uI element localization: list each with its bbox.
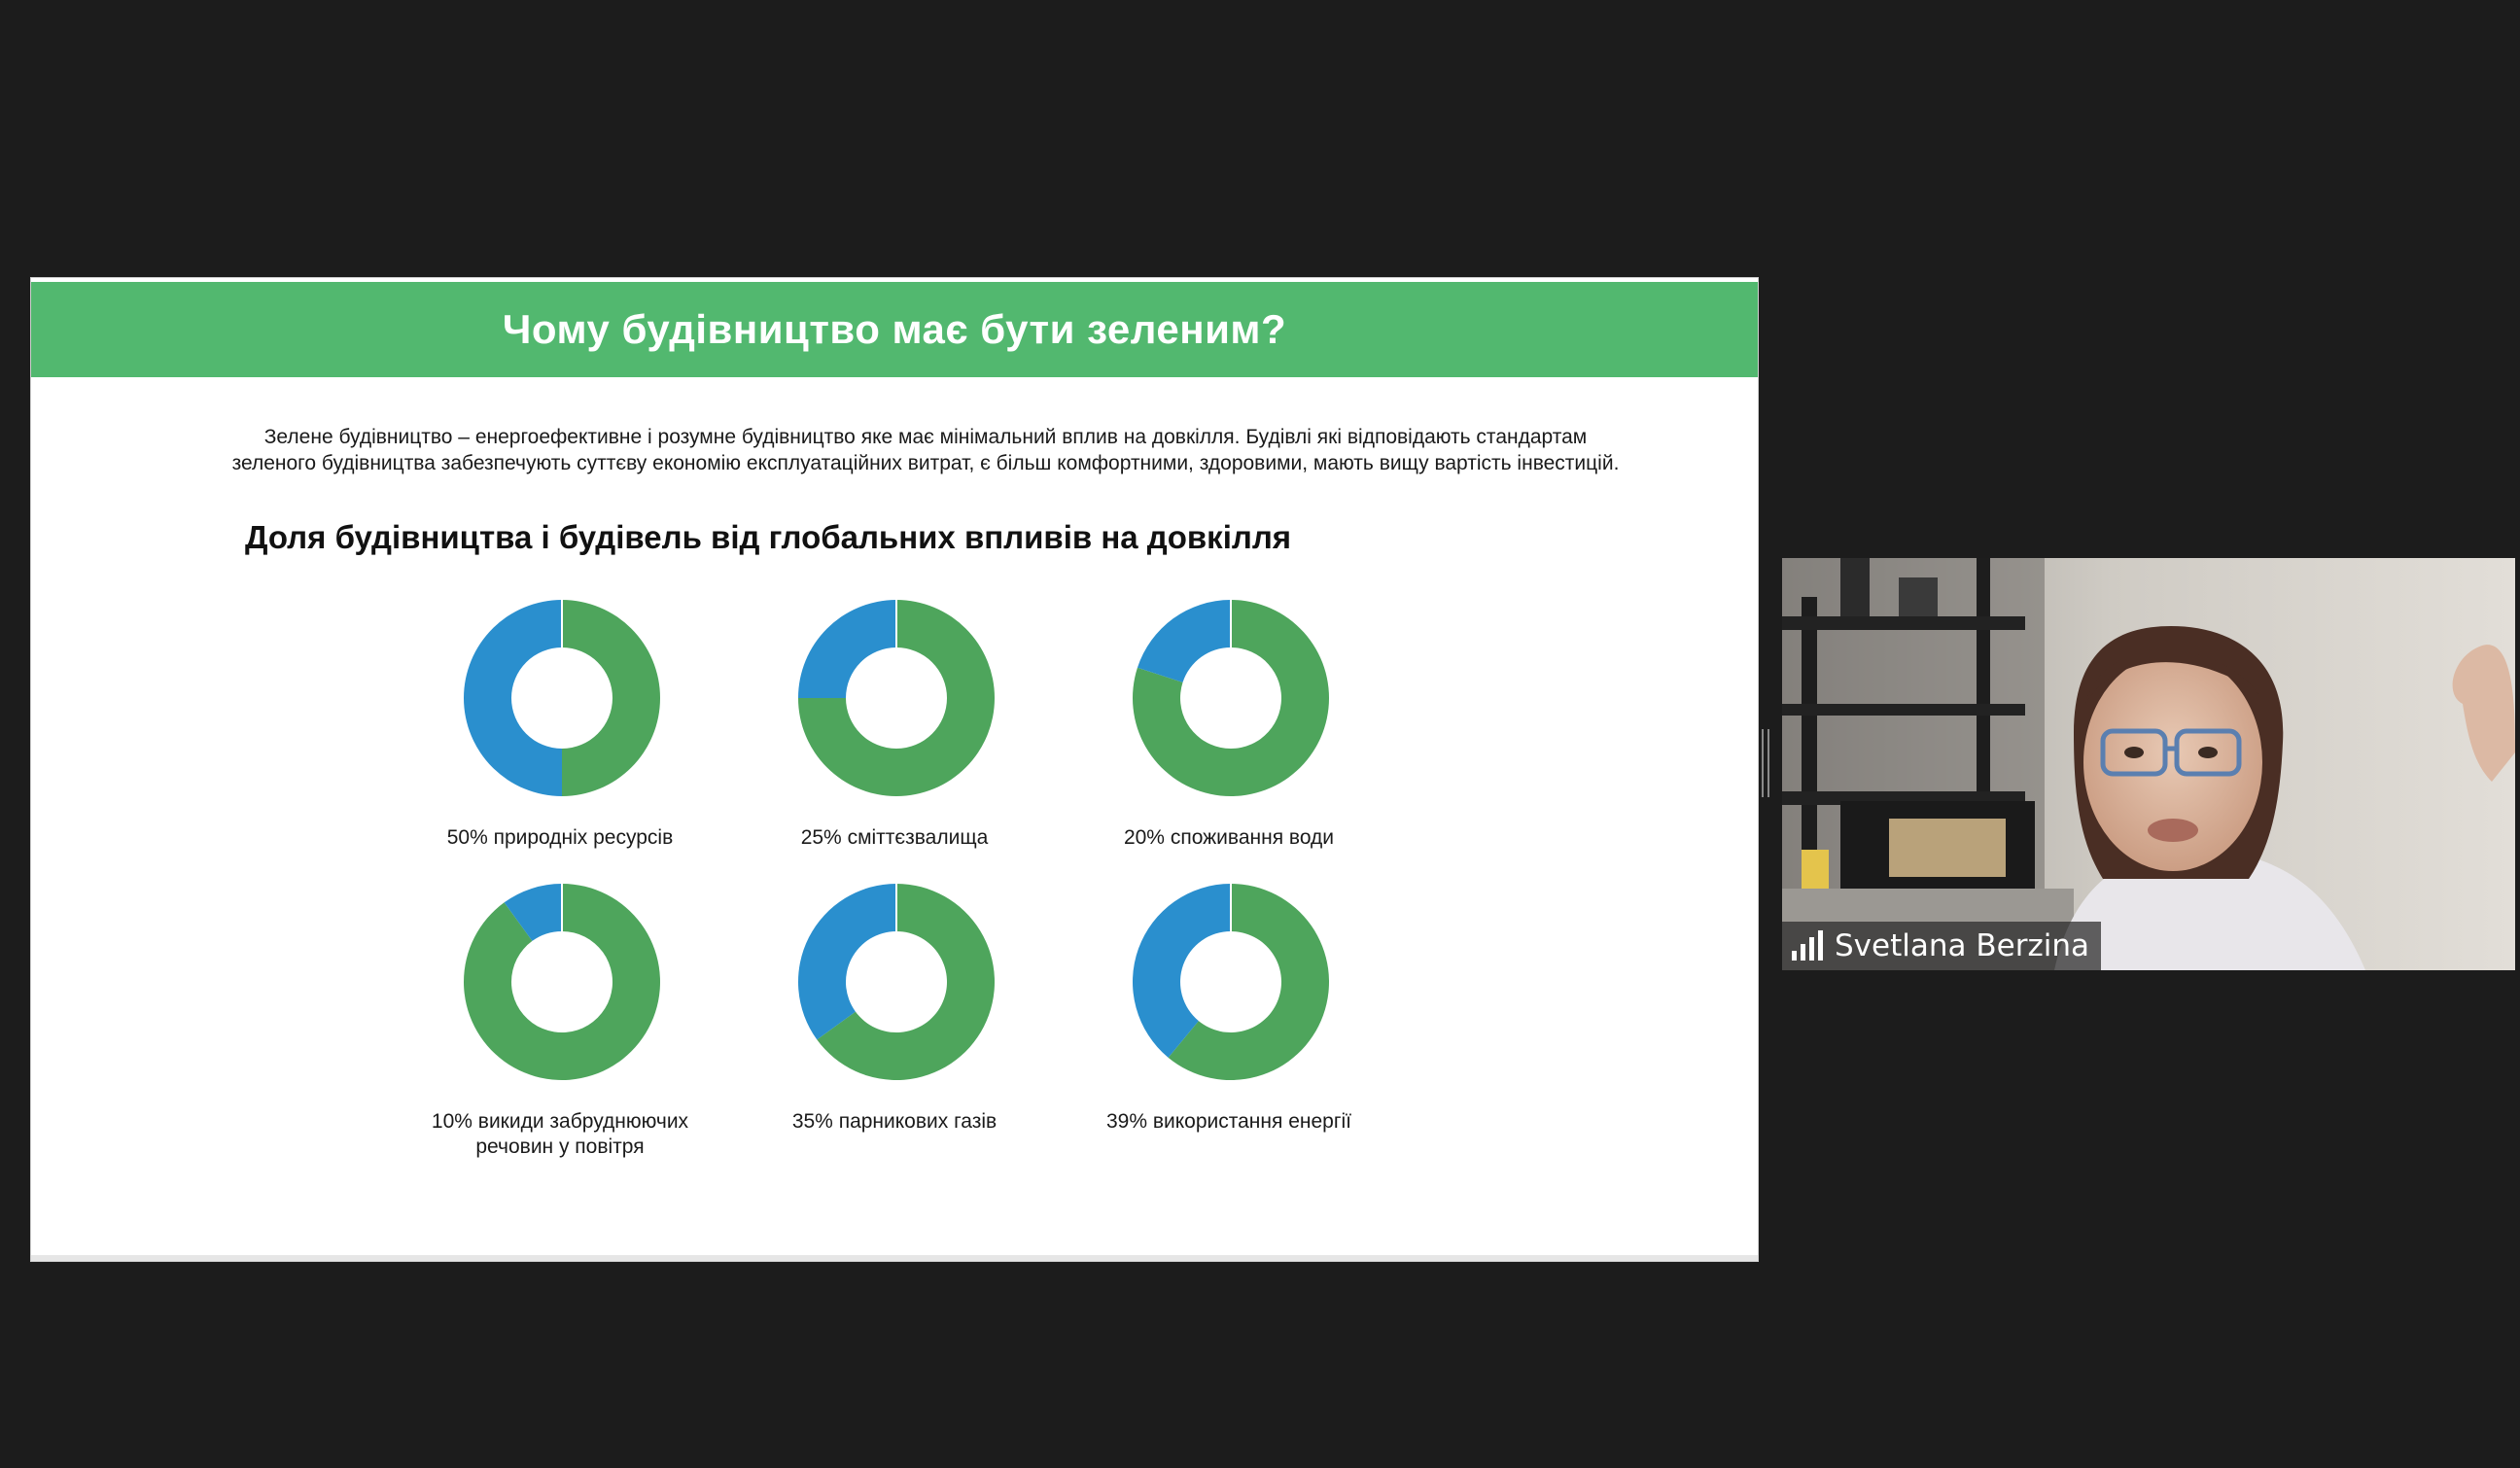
splitter-grip-line	[1762, 729, 1764, 797]
donut-slice-share	[1137, 600, 1231, 682]
donut-svg	[798, 884, 995, 1080]
donut-slice-share	[798, 884, 896, 1040]
participant-name-tag: Svetlana Berzina	[1782, 922, 2101, 970]
participant-name: Svetlana Berzina	[1835, 928, 2089, 963]
donut-label: 35% парникових газів	[791, 1110, 998, 1133]
signal-bars-icon	[1792, 930, 1823, 961]
donut-slice-rest	[562, 600, 660, 796]
participant-video-feed	[1782, 558, 2515, 970]
donut-svg	[464, 600, 660, 796]
splitter-handle[interactable]	[1762, 729, 1769, 797]
donut-chart-air-pollutants: 10% викиди забруднюючих речовин у повітр…	[385, 883, 735, 1174]
donut-chart-energy-use: 39% використання енергії	[1054, 883, 1404, 1174]
donut-label: 25% сміттєзвалища	[800, 826, 989, 849]
donut-chart-natural-resources: 50% природніх ресурсів	[385, 599, 735, 891]
donut-label-line-1: 10% викиди забруднюючих	[431, 1110, 689, 1133]
meeting-stage: Чому будівництво має бути зеленим? Зелен…	[0, 0, 2520, 1468]
donut-slice-share	[798, 600, 896, 698]
donut-chart-greenhouse-gases: 35% парникових газів	[719, 883, 1069, 1174]
splitter-grip-line	[1768, 729, 1769, 797]
donut-chart-water-consumption: 20% споживання води	[1054, 599, 1404, 891]
donut-svg	[464, 884, 660, 1080]
donut-svg	[798, 600, 995, 796]
slide-bottom-edge	[31, 1255, 1758, 1261]
donut-label: 50% природніх ресурсів	[446, 826, 674, 849]
donut-chart-landfills: 25% сміттєзвалища	[719, 599, 1069, 891]
shared-slide: Чому будівництво має бути зеленим? Зелен…	[31, 278, 1758, 1261]
donut-label-line-2: речовин у повітря	[475, 1136, 645, 1158]
donut-label: 10% викиди забруднюючих речовин у повітр…	[385, 1109, 735, 1160]
donut-grid: 50% природніх ресурсів 25% сміттєзвалища…	[31, 278, 1758, 1261]
participant-video-tile[interactable]: Svetlana Berzina	[1782, 558, 2515, 970]
donut-label: 39% використання енергії	[1105, 1110, 1352, 1133]
donut-label: 20% споживання води	[1123, 826, 1335, 849]
donut-svg	[1133, 884, 1329, 1080]
donut-svg	[1133, 600, 1329, 796]
donut-slice-share	[464, 600, 562, 796]
